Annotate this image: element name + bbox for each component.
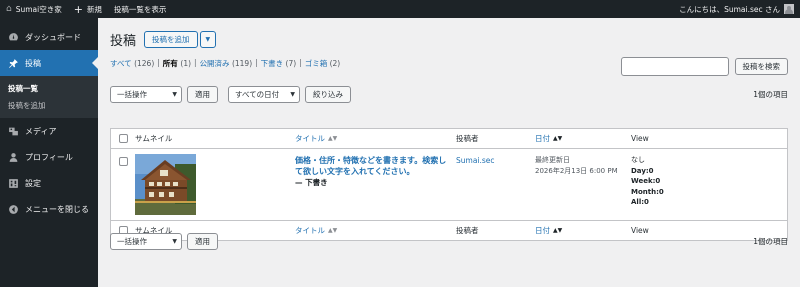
menu-label-posts: 投稿 bbox=[25, 58, 41, 68]
posts-submenu: 投稿一覧 投稿を追加 bbox=[0, 76, 98, 118]
add-new-dropdown-button[interactable]: ▼ bbox=[199, 31, 217, 48]
table-header-row: サムネイル タイトル ▲▼ 投稿者 日付 ▲▼ View bbox=[111, 129, 787, 149]
new-content-label: 新規 bbox=[86, 4, 102, 14]
main-content: 投稿 投稿を追加 ▼ すべて (126) | 所有 (1) | 公開済み (119)… bbox=[98, 18, 800, 287]
bulk-action-select[interactable]: 一括操作 ▼ bbox=[110, 86, 182, 103]
page-title: 投稿 bbox=[110, 34, 137, 49]
menu-item-media[interactable]: メディア bbox=[0, 118, 98, 144]
chevron-down-icon: ▼ bbox=[205, 36, 211, 43]
post-date-value: 2026年2月13日 6:00 PM bbox=[535, 167, 618, 175]
admin-bar: ⌂ Sumai空き家 + 新規 投稿一覧を表示 こんにちは、Sumai.sec … bbox=[0, 0, 800, 18]
media-icon bbox=[7, 125, 19, 137]
post-date-status: 最終更新日 bbox=[535, 156, 570, 164]
post-status-filters: すべて (126) | 所有 (1) | 公開済み (119) | 下書き (7) | … bbox=[110, 58, 341, 69]
column-date[interactable]: 日付 ▲▼ bbox=[535, 133, 631, 144]
new-content-link[interactable]: + 新規 bbox=[68, 0, 108, 18]
post-date: 最終更新日 2026年2月13日 6:00 PM bbox=[535, 155, 631, 177]
apply-button-bottom[interactable]: 適用 bbox=[187, 233, 218, 250]
greeting: こんにちは、Sumai.sec さん bbox=[679, 4, 780, 14]
submenu-all-posts[interactable]: 投稿一覧 bbox=[0, 80, 98, 97]
search-box: 投稿を検索 bbox=[620, 57, 788, 76]
site-name: Sumai空き家 bbox=[15, 4, 62, 14]
filter-trash[interactable]: ゴミ箱 (2) bbox=[305, 58, 341, 69]
tablenav-bottom: 一括操作 ▼ 適用 1個の項目 bbox=[110, 233, 788, 250]
add-new-post-button[interactable]: 投稿を追加 bbox=[144, 31, 198, 48]
menu-label-settings: 設定 bbox=[25, 178, 41, 188]
filter-button[interactable]: 絞り込み bbox=[305, 86, 351, 103]
collapse-menu-button[interactable]: メニューを閉じる bbox=[0, 196, 98, 222]
plus-icon: + bbox=[73, 2, 83, 16]
table-row: 価格・住所・特徴などを書きます。検索して欲しい文字を入れてください。 — 下書き… bbox=[111, 149, 787, 220]
view-week: Week:0 bbox=[631, 177, 661, 185]
post-author-link[interactable]: Sumai.sec bbox=[456, 156, 535, 165]
collapse-icon bbox=[7, 203, 19, 215]
select-all-checkbox[interactable] bbox=[118, 134, 128, 143]
date-filter-select[interactable]: すべての日付 ▼ bbox=[228, 86, 300, 103]
bulk-action-select-bottom[interactable]: 一括操作 ▼ bbox=[110, 233, 182, 250]
menu-item-posts[interactable]: 投稿 bbox=[0, 50, 98, 76]
search-posts-button[interactable]: 投稿を検索 bbox=[734, 58, 788, 75]
house-photo bbox=[135, 154, 196, 215]
menu-label-media: メディア bbox=[25, 126, 57, 136]
view-posts-label: 投稿一覧を表示 bbox=[113, 4, 167, 14]
column-author: 投稿者 bbox=[456, 134, 479, 143]
settings-icon bbox=[7, 177, 19, 189]
column-view: View bbox=[631, 134, 649, 143]
sort-icon: ▲▼ bbox=[328, 135, 338, 142]
chevron-down-icon: ▼ bbox=[172, 238, 177, 245]
pin-icon bbox=[7, 57, 19, 69]
dashboard-icon bbox=[7, 31, 19, 43]
avatar bbox=[784, 4, 794, 14]
post-title-link[interactable]: 価格・住所・特徴などを書きます。検索して欲しい文字を入れてください。 bbox=[295, 155, 456, 177]
site-name-link[interactable]: ⌂ Sumai空き家 bbox=[0, 0, 68, 18]
posts-table: サムネイル タイトル ▲▼ 投稿者 日付 ▲▼ View 価格・住所・特徴などを… bbox=[110, 128, 788, 241]
view-day: Day:0 bbox=[631, 166, 654, 175]
search-input[interactable] bbox=[620, 57, 729, 76]
tablenav-top: 一括操作 ▼ 適用 すべての日付 ▼ 絞り込み 1個の項目 bbox=[110, 86, 788, 103]
menu-label-collapse: メニューを閉じる bbox=[25, 204, 89, 214]
column-thumbnail: サムネイル bbox=[135, 134, 173, 143]
view-month: Month:0 bbox=[631, 187, 664, 196]
column-title[interactable]: タイトル ▲▼ bbox=[295, 133, 456, 144]
user-icon bbox=[7, 151, 19, 163]
chevron-down-icon: ▼ bbox=[172, 91, 177, 98]
sort-icon: ▲▼ bbox=[553, 135, 563, 142]
menu-label-profile: プロフィール bbox=[25, 152, 73, 162]
row-checkbox[interactable] bbox=[118, 157, 128, 166]
admin-menu: ダッシュボード 投稿 投稿一覧 投稿を追加 メディア プロフィール 設定 メニュ… bbox=[0, 18, 98, 287]
apply-button[interactable]: 適用 bbox=[187, 86, 218, 103]
items-count-bottom: 1個の項目 bbox=[753, 237, 788, 246]
filter-published[interactable]: 公開済み (119) bbox=[200, 58, 253, 69]
items-count: 1個の項目 bbox=[753, 90, 788, 99]
view-all: All:0 bbox=[631, 198, 649, 206]
post-view-stats: なし Day:0 Week:0 Month:0 All:0 bbox=[631, 155, 781, 208]
menu-label-dashboard: ダッシュボード bbox=[25, 32, 81, 42]
filter-all[interactable]: すべて (126) bbox=[110, 58, 154, 69]
post-thumbnail[interactable] bbox=[135, 154, 196, 215]
filter-drafts[interactable]: 下書き (7) bbox=[261, 58, 297, 69]
menu-item-dashboard[interactable]: ダッシュボード bbox=[0, 24, 98, 50]
view-none: なし bbox=[631, 156, 645, 164]
view-posts-link[interactable]: 投稿一覧を表示 bbox=[108, 0, 173, 18]
menu-item-settings[interactable]: 設定 bbox=[0, 170, 98, 196]
filter-mine[interactable]: 所有 (1) bbox=[163, 58, 191, 69]
chevron-down-icon: ▼ bbox=[290, 91, 295, 98]
my-account-link[interactable]: こんにちは、Sumai.sec さん bbox=[673, 0, 800, 18]
post-state: — 下書き bbox=[295, 178, 328, 187]
submenu-add-new[interactable]: 投稿を追加 bbox=[0, 97, 98, 114]
menu-item-profile[interactable]: プロフィール bbox=[0, 144, 98, 170]
home-icon: ⌂ bbox=[6, 3, 12, 14]
